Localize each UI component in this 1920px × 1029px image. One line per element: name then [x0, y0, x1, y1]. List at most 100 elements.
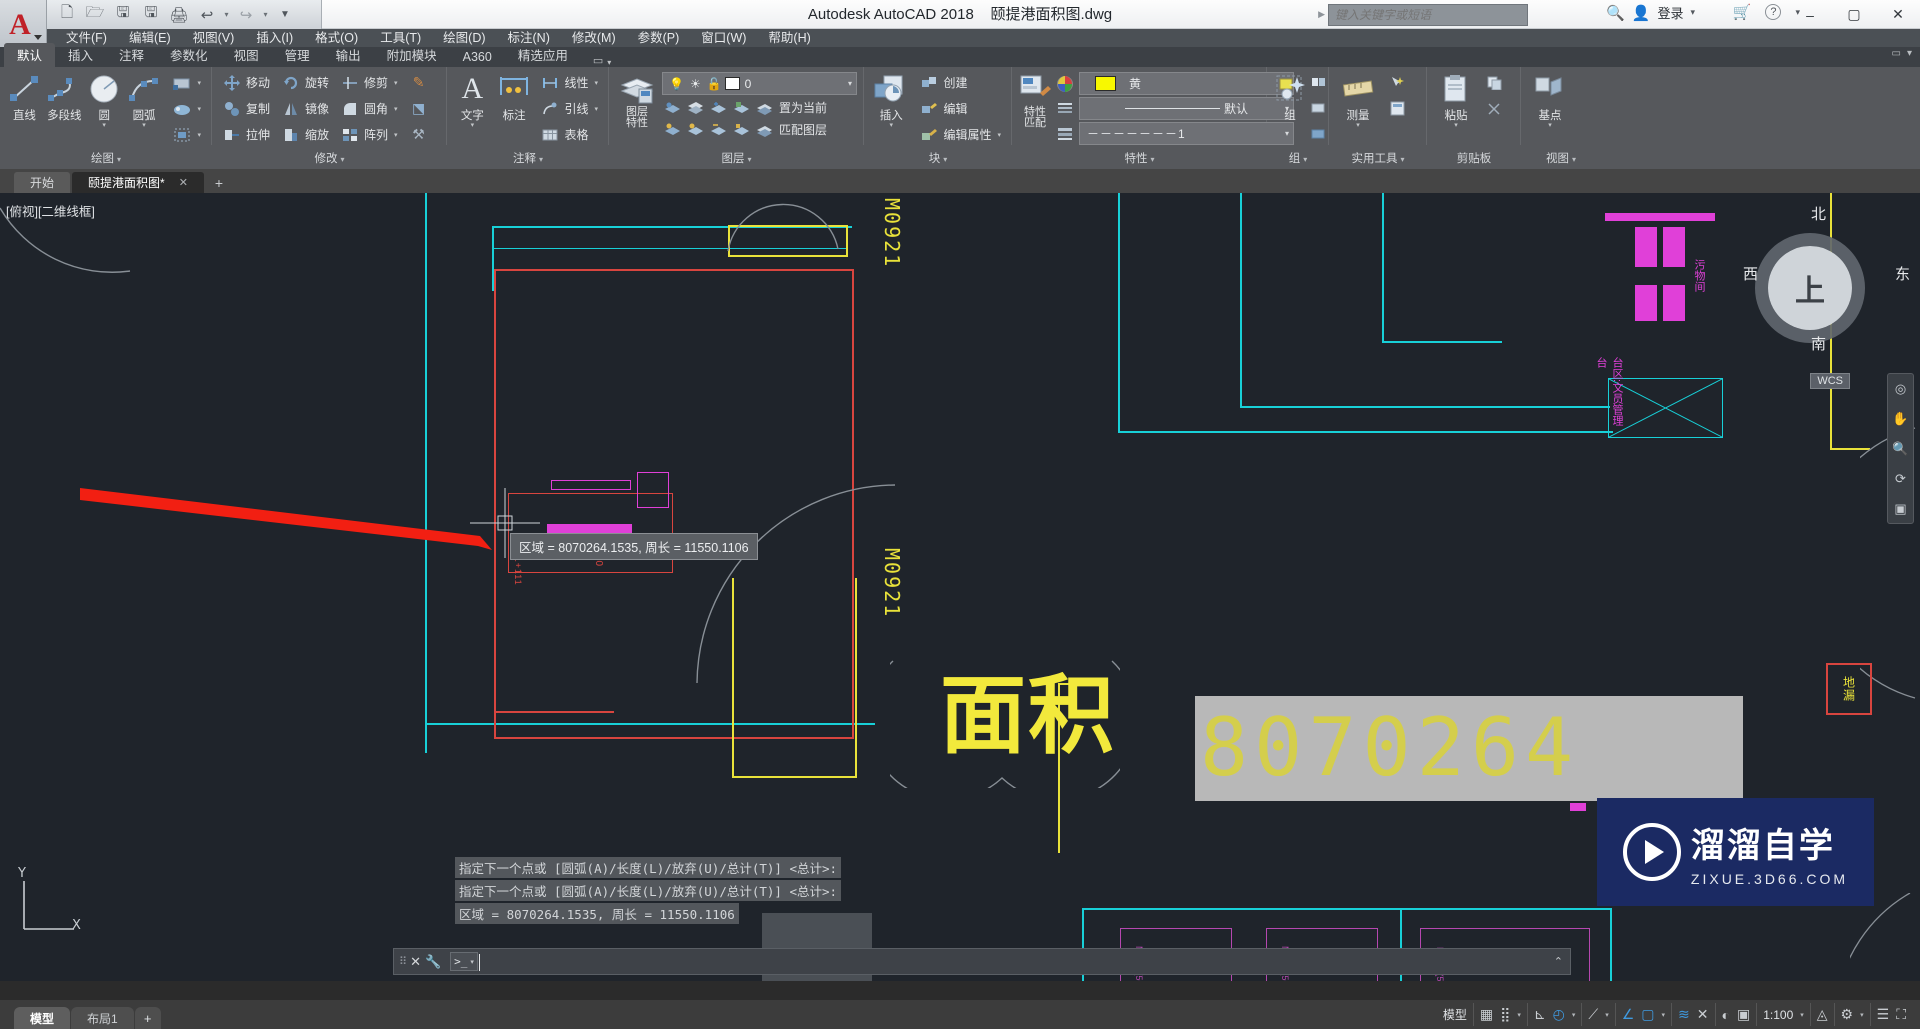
search-input[interactable]: [1328, 3, 1528, 26]
annot-leader[interactable]: 引线 ▾: [536, 96, 602, 121]
lineweight-selector[interactable]: －－－－－－－1 ▾: [1079, 122, 1294, 145]
settings-icon[interactable]: 🔧: [425, 954, 441, 970]
clipboard-copy[interactable]: [1482, 70, 1508, 95]
modify-fillet[interactable]: 圆角 ▾: [336, 96, 402, 121]
ribbon-collapse-caret-icon[interactable]: ▾: [607, 58, 611, 67]
layer-selector[interactable]: 💡 ☀ 🔓 0 ▾: [662, 72, 857, 95]
linetype-selector[interactable]: 默认 ▾: [1079, 97, 1294, 120]
tab-view[interactable]: 视图: [221, 43, 272, 67]
panel-label-group[interactable]: 组 ▾: [1267, 150, 1329, 166]
chevron-down-icon[interactable]: ▾: [394, 105, 398, 113]
color-wheel-icon[interactable]: [1055, 74, 1075, 94]
draw-arc[interactable]: 圆弧 ▾: [126, 70, 163, 129]
nav-pan-icon[interactable]: ✋: [1890, 408, 1911, 429]
nav-zoom-icon[interactable]: 🔍: [1890, 438, 1911, 459]
group-create[interactable]: 组: [1273, 70, 1307, 123]
panel-label-layers[interactable]: 图层 ▾: [609, 150, 864, 166]
layout-tab-layout1[interactable]: 布局1: [71, 1007, 134, 1029]
command-prompt-badge[interactable]: >_ ▾: [450, 952, 478, 971]
tab-featured-apps[interactable]: 精选应用: [505, 43, 581, 67]
panel-label-clipboard[interactable]: 剪贴板: [1427, 150, 1521, 166]
group-ungroup[interactable]: [1308, 70, 1328, 95]
match-layer-label[interactable]: 匹配图层: [779, 121, 827, 138]
close-icon[interactable]: ✕: [179, 176, 188, 189]
plot-icon[interactable]: 🖨: [166, 3, 192, 27]
wcs-badge[interactable]: WCS: [1810, 373, 1850, 389]
doctab-start[interactable]: 开始: [14, 172, 71, 193]
tab-home[interactable]: 默认: [4, 43, 56, 67]
modify-3d[interactable]: ⬔: [405, 96, 433, 121]
doctab-drawing[interactable]: 颐提港面积图* ✕: [72, 172, 204, 193]
add-layout-button[interactable]: +: [134, 1007, 161, 1029]
modify-trim[interactable]: 修剪 ▾: [336, 70, 402, 95]
chevron-down-icon[interactable]: ▾: [102, 122, 106, 129]
tab-parametric[interactable]: 参数化: [157, 43, 221, 67]
drawing-canvas[interactable]: [俯视][二维线框] 111+111 08+80: [0, 193, 1920, 981]
layer-off-icon[interactable]: [685, 97, 705, 117]
menu-help[interactable]: 帮助(H): [757, 29, 821, 47]
tab-annotate[interactable]: 注释: [106, 43, 157, 67]
ortho-mode-icon[interactable]: ⊾: [1534, 1006, 1546, 1023]
redo-dropdown-icon[interactable]: ▾: [261, 10, 270, 19]
undo-icon[interactable]: ↩: [194, 3, 220, 27]
panel-label-properties[interactable]: 特性 ▾: [1012, 150, 1267, 166]
panel-label-annotation[interactable]: 注释 ▾: [447, 150, 609, 166]
chevron-down-icon[interactable]: ▾: [198, 105, 202, 113]
draw-boundary[interactable]: ▾: [168, 122, 206, 147]
polar-tracking-icon[interactable]: ◴: [1553, 1006, 1565, 1023]
draw-gradient[interactable]: ▾: [168, 96, 206, 121]
chevron-down-icon[interactable]: ▾: [1356, 122, 1360, 129]
menu-window[interactable]: 窗口(W): [690, 29, 757, 47]
tab-output[interactable]: 输出: [323, 43, 374, 67]
ribbon-minimize-icon[interactable]: ▭: [1892, 48, 1901, 59]
chevron-down-icon[interactable]: ▾: [1548, 122, 1552, 129]
draw-circle[interactable]: 圆 ▾: [86, 70, 123, 129]
modify-scale[interactable]: 缩放: [277, 122, 333, 147]
object-snap-tracking-icon[interactable]: ∠: [1622, 1006, 1635, 1023]
layer-thaw-icon[interactable]: [708, 119, 728, 139]
chevron-down-icon[interactable]: ▾: [997, 131, 1001, 139]
layer-lock2-icon[interactable]: [731, 97, 751, 117]
tab-a360[interactable]: A360: [450, 48, 505, 67]
isolate-objects-icon[interactable]: ◐: [1722, 1007, 1730, 1023]
chevron-down-icon[interactable]: ▾: [1662, 1011, 1666, 1019]
cart-icon[interactable]: 🛒: [1733, 3, 1752, 21]
tab-manage[interactable]: 管理: [272, 43, 323, 67]
modify-move[interactable]: 移动: [218, 70, 274, 95]
chevron-down-icon[interactable]: ▾: [198, 79, 202, 87]
annot-text[interactable]: A 文字 ▾: [453, 70, 492, 129]
nav-orbit-icon[interactable]: ⟳: [1890, 468, 1911, 489]
block-edit-attributes[interactable]: 编辑属性 ▾: [915, 122, 1005, 147]
signin-dropdown-icon[interactable]: ▾: [1690, 7, 1695, 18]
gear-icon[interactable]: ⚙: [1841, 1006, 1854, 1023]
maximize-button[interactable]: ▢: [1832, 0, 1876, 29]
draw-hatch[interactable]: ▾: [168, 70, 206, 95]
modify-rotate[interactable]: 旋转: [277, 70, 333, 95]
layer-turnon-icon[interactable]: [685, 119, 705, 139]
tab-addins[interactable]: 附加模块: [374, 43, 450, 67]
panel-label-utilities[interactable]: 实用工具 ▾: [1329, 150, 1427, 166]
ducs-icon[interactable]: ▢: [1641, 1006, 1654, 1023]
nav-showmotion-icon[interactable]: ▣: [1890, 498, 1911, 519]
chevron-down-icon[interactable]: ▾: [1517, 1011, 1521, 1019]
chevron-down-icon[interactable]: ▾: [594, 105, 598, 113]
set-current-layer-label[interactable]: 置为当前: [779, 99, 827, 116]
panel-label-view[interactable]: 视图 ▾: [1521, 150, 1601, 166]
close-button[interactable]: ✕: [1876, 0, 1920, 29]
binoculars-icon[interactable]: 🔍: [1606, 4, 1625, 22]
draw-polyline[interactable]: 多段线: [46, 70, 83, 123]
minimize-button[interactable]: –: [1788, 0, 1832, 29]
block-insert[interactable]: 插入 ▾: [870, 70, 912, 129]
chevron-down-icon[interactable]: ▾: [1605, 1011, 1609, 1019]
modify-explode[interactable]: ✎: [405, 70, 433, 95]
command-expand-icon[interactable]: ⌃: [1554, 955, 1563, 968]
match-layer-icon[interactable]: [754, 119, 774, 139]
chevron-down-icon[interactable]: [34, 35, 42, 40]
clipboard-paste[interactable]: 粘贴 ▾: [1433, 70, 1479, 129]
user-avatar-icon[interactable]: 👤: [1632, 4, 1651, 22]
help-icon[interactable]: ?: [1765, 4, 1782, 20]
layer-unlock-icon[interactable]: [731, 119, 751, 139]
modify-stretch[interactable]: 拉伸: [218, 122, 274, 147]
chevron-down-icon[interactable]: ▾: [889, 122, 893, 129]
utilities-quickselect[interactable]: [1384, 70, 1410, 95]
